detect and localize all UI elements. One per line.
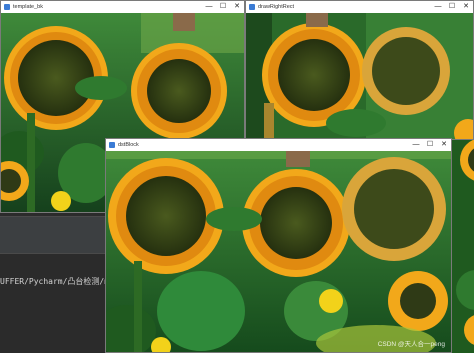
window-title: template_bk: [13, 4, 43, 10]
sunflower-left: [108, 158, 224, 274]
close-button[interactable]: ✕: [230, 1, 244, 13]
close-button[interactable]: ✕: [437, 139, 451, 151]
minimize-button[interactable]: —: [409, 139, 423, 151]
background-image-peek: [452, 140, 474, 353]
minimize-button[interactable]: —: [202, 1, 216, 13]
maximize-button[interactable]: ☐: [423, 139, 437, 151]
template-window-titlebar[interactable]: template_bk — ☐ ✕: [1, 1, 244, 13]
minimize-button[interactable]: —: [431, 1, 445, 13]
draw-rect-window[interactable]: drawRightRect — ☐ ✕: [245, 0, 474, 140]
close-button[interactable]: ✕: [459, 1, 473, 13]
app-window-icon: [109, 142, 115, 148]
dst-window-titlebar[interactable]: dstBlock — ☐ ✕: [106, 139, 451, 151]
dst-block-image: CSDN @天人合一peng: [106, 151, 451, 352]
draw-rect-image: [246, 13, 473, 139]
window-title: drawRightRect: [258, 4, 295, 10]
dst-block-window[interactable]: dstBlock — ☐ ✕ CSDN @天人合一peng: [105, 138, 452, 353]
desktop-stage: UFFER/Pycharm/凸台检测/matc template_bk — ☐ …: [0, 0, 474, 353]
window-title: dstBlock: [118, 142, 139, 148]
sunflower-right: [342, 157, 446, 261]
draw-window-titlebar[interactable]: drawRightRect — ☐ ✕: [246, 1, 473, 13]
ide-toolbar-strip: [0, 216, 105, 254]
maximize-button[interactable]: ☐: [445, 1, 459, 13]
app-window-icon: [4, 4, 10, 10]
app-window-icon: [249, 4, 255, 10]
terminal-path-text: UFFER/Pycharm/凸台检测/matc: [0, 277, 105, 286]
maximize-button[interactable]: ☐: [216, 1, 230, 13]
sunflower-far: [362, 27, 450, 115]
watermark: CSDN @天人合一peng: [377, 341, 445, 348]
